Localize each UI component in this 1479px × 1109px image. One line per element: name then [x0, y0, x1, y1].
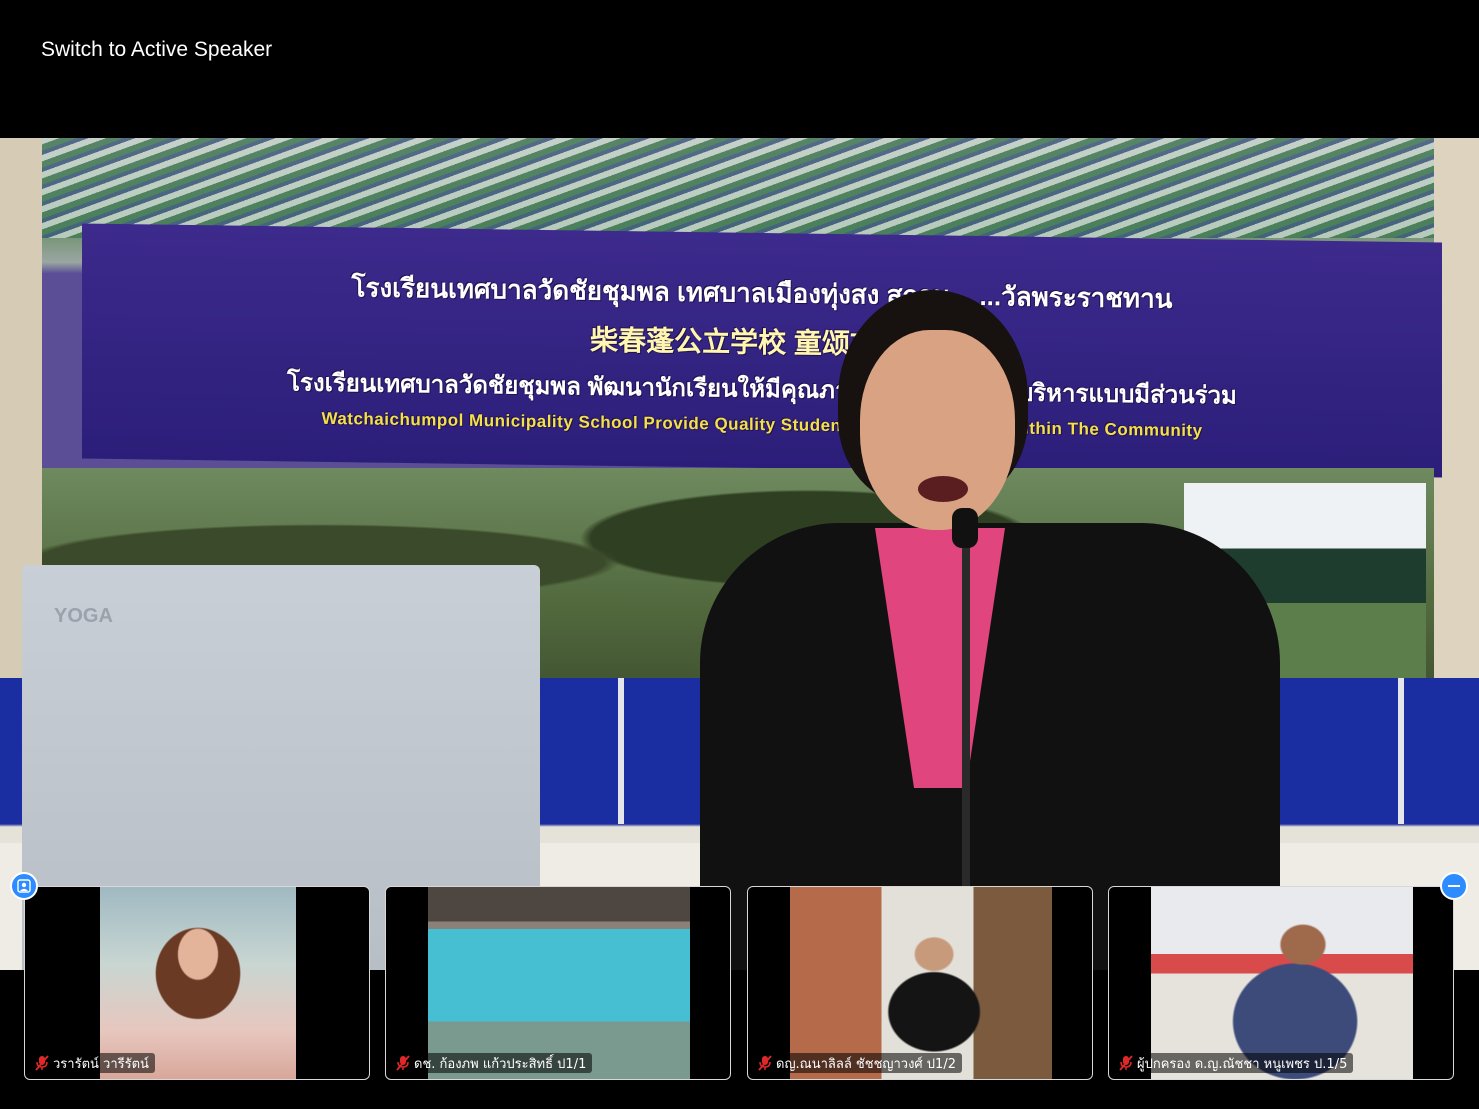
- participant-name: ผู้ปกครอง ด.ญ.ณัชชา หนูเพชร ป.1/5: [1137, 1056, 1348, 1072]
- participant-video: [790, 887, 1052, 1079]
- participant-video: [428, 887, 690, 1079]
- participant-tile[interactable]: ผู้ปกครอง ด.ญ.ณัชชา หนูเพชร ป.1/5: [1108, 886, 1454, 1080]
- participant-name: ดช. ก้องภพ แก้วประสิทธิ์ ป1/1: [414, 1056, 587, 1072]
- participant-tile[interactable]: ดช. ก้องภพ แก้วประสิทธิ์ ป1/1: [385, 886, 731, 1080]
- laptop-brand: YOGA: [54, 605, 113, 627]
- participant-name-tag: ดญ.ณนาลิลล์ ชัชชญาวงศ์ ป1/2: [754, 1053, 962, 1073]
- hide-video-toggle-button[interactable]: [10, 872, 38, 900]
- participant-name-tag: ดช. ก้องภพ แก้วประสิทธิ์ ป1/1: [392, 1053, 593, 1073]
- active-speaker-video[interactable]: โรงเรียนเทศบาลวัดชัยชุมพล เทศบาลเมืองทุ่…: [0, 138, 1479, 970]
- participant-name: วรารัตน์ วารีรัตน์: [53, 1056, 149, 1072]
- microphone: [952, 508, 978, 548]
- participant-thumbnail-strip: วรารัตน์ วารีรัตน์ ดช. ก้องภพ แก้วประสิท…: [0, 880, 1479, 1109]
- muted-mic-icon: [396, 1055, 410, 1071]
- participant-name-tag: ผู้ปกครอง ด.ญ.ณัชชา หนูเพชร ป.1/5: [1115, 1053, 1354, 1073]
- speaker-figure: [700, 288, 1280, 970]
- participant-video: [1151, 887, 1413, 1079]
- banner-photo-top: [42, 138, 1434, 238]
- muted-mic-icon: [35, 1055, 49, 1071]
- person-icon: [17, 879, 31, 893]
- collapse-thumbnails-button[interactable]: [1440, 872, 1468, 900]
- participant-tile[interactable]: วรารัตน์ วารีรัตน์: [24, 886, 370, 1080]
- participant-name-tag: วรารัตน์ วารีรัตน์: [31, 1053, 155, 1073]
- muted-mic-icon: [1119, 1055, 1133, 1071]
- participant-name: ดญ.ณนาลิลล์ ชัชชญาวงศ์ ป1/2: [776, 1056, 956, 1072]
- minus-icon: [1448, 885, 1460, 887]
- speaker-mouth: [918, 476, 968, 502]
- participant-tile[interactable]: ดญ.ณนาลิลล์ ชัชชญาวงศ์ ป1/2: [747, 886, 1093, 1080]
- muted-mic-icon: [758, 1055, 772, 1071]
- top-bar: Switch to Active Speaker: [0, 0, 1479, 138]
- participant-video: [100, 887, 296, 1079]
- switch-to-active-speaker-button[interactable]: Switch to Active Speaker: [41, 38, 272, 62]
- meeting-window: Switch to Active Speaker โรงเรียนเทศบาลว…: [0, 0, 1479, 1109]
